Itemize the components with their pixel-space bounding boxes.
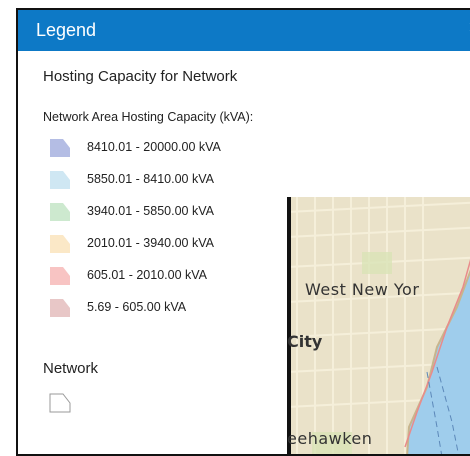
polygon-swatch-icon [50,267,70,285]
legend-panel: Legend × Hosting Capacity for Network Ne… [16,8,470,456]
polygon-swatch-icon [50,299,70,317]
polygon-swatch-icon [50,203,70,221]
map-view[interactable]: West New Yor City eehawken [287,197,470,454]
layer-subtitle: Network Area Hosting Capacity (kVA): [43,110,254,124]
legend-item-label: 5850.01 - 8410.00 kVA [87,172,214,186]
legend-item-label: 605.01 - 2010.00 kVA [87,268,207,282]
map-label-weehawken: eehawken [287,429,373,448]
map-label-city: City [287,332,323,351]
legend-item-label: 5.69 - 605.00 kVA [87,300,187,314]
legend-item-label: 3940.01 - 5850.00 kVA [87,204,214,218]
legend-header: Legend × [18,10,470,51]
legend-title: Legend [36,20,97,40]
layer-title: Hosting Capacity for Network [43,68,238,85]
map-background [287,197,470,454]
legend-item-label: 2010.01 - 3940.00 kVA [87,236,214,250]
map-label-west-new-york: West New Yor [305,280,420,299]
polygon-swatch-icon [50,235,70,253]
polygon-outline-icon [49,393,71,413]
network-title: Network [43,360,99,377]
legend-item-label: 8410.01 - 20000.00 kVA [87,140,221,154]
polygon-swatch-icon [50,171,70,189]
polygon-swatch-icon [50,139,70,157]
